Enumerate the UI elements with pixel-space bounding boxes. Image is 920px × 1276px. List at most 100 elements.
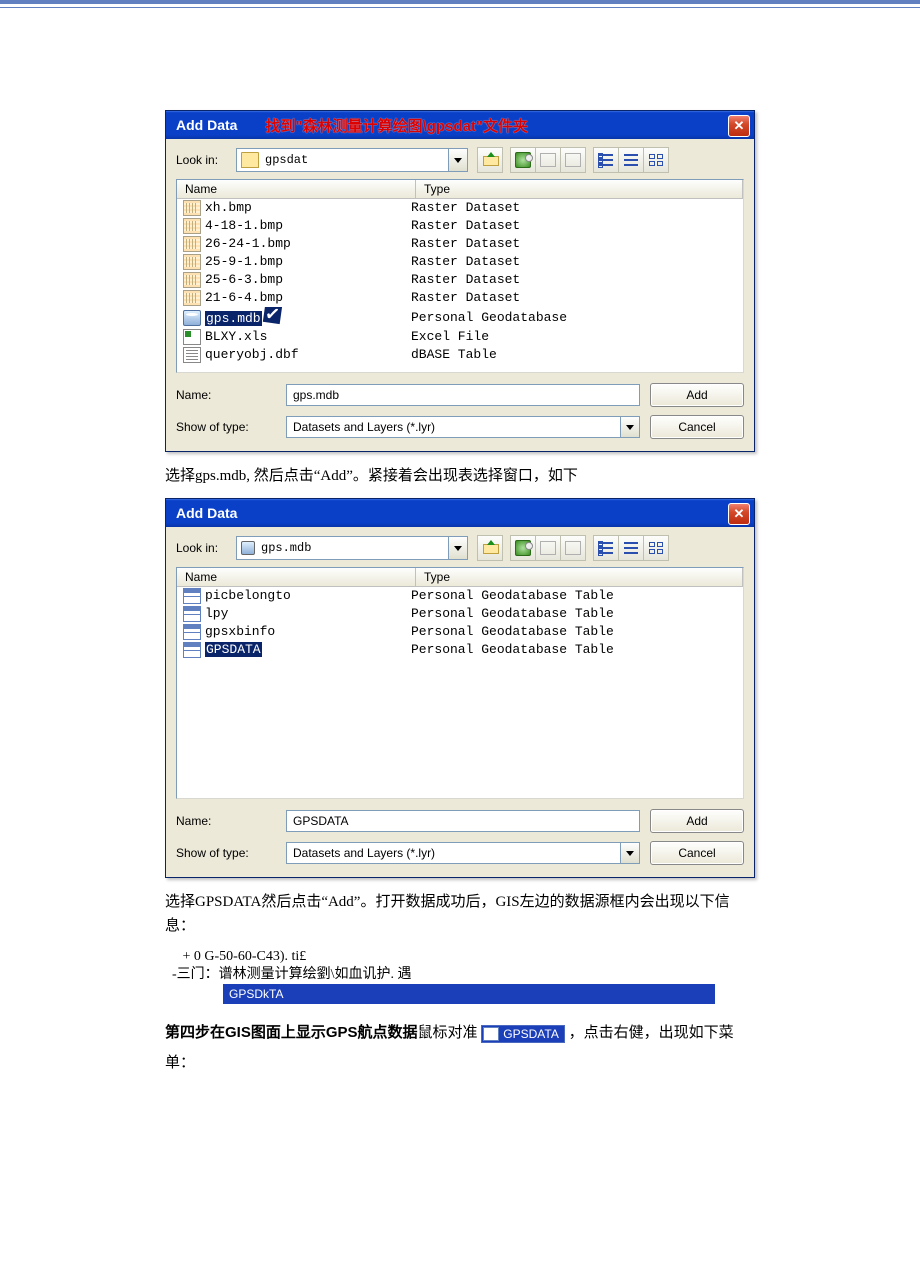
close-button[interactable]: ✕ [728,503,750,525]
chevron-down-icon [454,546,462,551]
xls-icon [183,329,201,345]
lookin-combo[interactable]: gpsdat [236,148,468,172]
add-button[interactable]: Add [650,383,744,407]
list-item[interactable]: BLXY.xlsExcel File [177,328,743,346]
raster-icon [183,236,201,252]
add-button[interactable]: Add [650,809,744,833]
list-item[interactable]: queryobj.dbfdBASE Table [177,346,743,364]
file-name: gps.mdb [205,311,262,326]
list-icon [599,154,613,166]
showtype-select[interactable]: Datasets and Layers (*.lyr) [286,416,640,438]
add-data-dialog-2: Add Data ✕ Look in: gps.mdb [165,498,755,878]
combo-dropdown-button[interactable] [448,149,467,171]
name-input[interactable]: GPSDATA [286,810,640,832]
file-type: Raster Dataset [411,199,743,217]
toolbar: Look in: gps.mdb [166,527,754,567]
list-view-button[interactable] [593,535,619,561]
list-item[interactable]: lpyPersonal Geodatabase Table [177,605,743,623]
file-type: Raster Dataset [411,253,743,271]
disconnect-icon [540,153,556,167]
titlebar[interactable]: Add Data ✕ [166,499,754,527]
connect-icon [515,152,531,168]
raster-icon [183,272,201,288]
raster-icon [183,254,201,270]
list-item[interactable]: gps.mdb✓Personal Geodatabase [177,307,743,328]
combo-dropdown-button[interactable] [448,537,467,559]
details-view-button[interactable] [618,535,644,561]
new-button [560,147,586,173]
connect-folder-button[interactable] [510,535,536,561]
list-item[interactable]: 4-18-1.bmpRaster Dataset [177,217,743,235]
connect-icon [515,540,531,556]
showtype-dropdown-button[interactable] [620,417,639,437]
lookin-label: Look in: [176,153,236,167]
list-header: Name Type [177,568,743,587]
file-type: Raster Dataset [411,271,743,289]
thumbnails-view-button[interactable] [643,535,669,561]
list-item[interactable]: xh.bmpRaster Dataset [177,199,743,217]
step4-mid: 鼠标对准 [418,1025,482,1041]
file-type: Personal Geodatabase Table [411,623,743,641]
list-item[interactable]: 25-9-1.bmp Raster Dataset [177,253,743,271]
thumbnails-icon [649,154,663,166]
raster-icon [183,218,201,234]
raster-icon [183,200,201,216]
instruction-text-1: 选择gps.mdb, 然后点击“Add”。紧接着会出现表选择窗口，如下 [165,464,755,488]
header-name[interactable]: Name [177,180,416,198]
dbf-icon [183,347,201,363]
file-name: GPSDATA [205,642,262,657]
list-item[interactable]: GPSDATAPersonal Geodatabase Table [177,641,743,659]
close-icon: ✕ [734,506,745,522]
overlay-annotation: 找到"森林测量计算绘图\gpsdat"文件夹 [265,115,528,136]
header-name[interactable]: Name [177,568,416,586]
geodatabase-icon [241,541,255,555]
header-type[interactable]: Type [416,180,743,198]
file-name: 25-9-1.bmp [205,254,283,269]
list-item[interactable]: picbelongtoPersonal Geodatabase Table [177,587,743,605]
details-view-button[interactable] [618,147,644,173]
name-input[interactable]: gps.mdb [286,384,640,406]
lookin-path: gpsdat [265,153,308,167]
lookin-combo[interactable]: gps.mdb [236,536,468,560]
file-name: 25-6-3.bmp [205,272,283,287]
up-one-level-button[interactable] [477,535,503,561]
list-item[interactable]: gpsxbinfoPersonal Geodatabase Table [177,623,743,641]
file-name: 26-24-1.bmp [205,236,291,251]
cancel-button[interactable]: Cancel [650,415,744,439]
chevron-down-icon [454,158,462,163]
list-item[interactable]: 26-24-1.bmpRaster Dataset [177,235,743,253]
list-item[interactable]: 21-6-4.bmpRaster Dataset [177,289,743,307]
gpsdata-layer-badge[interactable]: GPSDATA [481,1025,565,1043]
instruction-text-2: 选择GPSDATA然后点击“Add”。打开数据成功后，GIS左边的数据源框内会出… [165,890,755,938]
titlebar[interactable]: Add Data 找到"森林测量计算绘图\gpsdat"文件夹 ✕ [166,111,754,139]
details-icon [624,542,638,554]
list-view-button[interactable] [593,147,619,173]
file-list: Name Type picbelongtoPersonal Geodatabas… [176,567,744,799]
showtype-select[interactable]: Datasets and Layers (*.lyr) [286,842,640,864]
thumbnails-view-button[interactable] [643,147,669,173]
connect-folder-button[interactable] [510,147,536,173]
close-button[interactable]: ✕ [728,115,750,137]
dialog-bottom: Name: gps.mdb Add Show of type: Datasets… [166,373,754,451]
name-label: Name: [176,388,276,402]
file-name: picbelongto [205,588,291,603]
folder-icon [241,152,259,168]
details-icon [624,154,638,166]
toolbar: Look in: gpsdat [166,139,754,179]
raster-icon [183,290,201,306]
list-item[interactable]: 25-6-3.bmp Raster Dataset [177,271,743,289]
showtype-dropdown-button[interactable] [620,843,639,863]
list-header: Name Type [177,180,743,199]
tree-line-1: + 0 G-50-60-C43). ti£ [165,948,755,966]
chevron-down-icon [626,851,634,856]
disconnect-button [535,535,561,561]
table-icon [183,624,201,640]
cancel-button[interactable]: Cancel [650,841,744,865]
table-icon [183,642,201,658]
add-data-dialog-1: Add Data 找到"森林测量计算绘图\gpsdat"文件夹 ✕ Look i… [165,110,755,452]
up-one-level-button[interactable] [477,147,503,173]
header-type[interactable]: Type [416,568,743,586]
tree-selected-item[interactable]: GPSDkTA [223,984,715,1004]
lookin-label: Look in: [176,541,236,555]
close-icon: ✕ [734,118,745,134]
